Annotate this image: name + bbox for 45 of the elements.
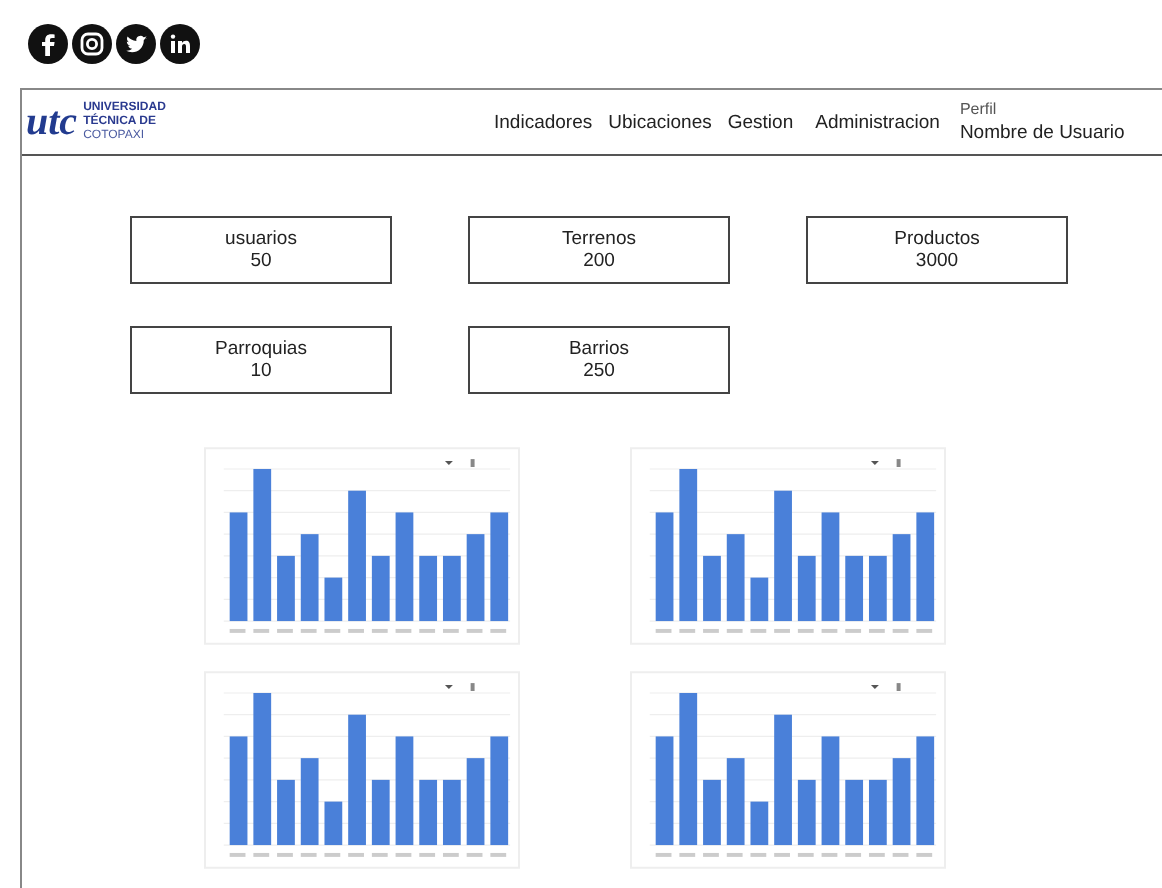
nav-link[interactable]: Administracion xyxy=(815,111,940,133)
chart-bar xyxy=(750,801,769,846)
chart-bar xyxy=(750,577,769,622)
chart-bar xyxy=(490,736,509,846)
chart-bar xyxy=(490,512,509,622)
chart-bar xyxy=(348,714,366,846)
filter-icon[interactable] xyxy=(444,461,453,466)
stat-value: 3000 xyxy=(915,250,959,272)
stat-label: Terrenos xyxy=(562,228,636,250)
stat-value: 250 xyxy=(583,360,615,382)
instagram-icon[interactable] xyxy=(72,24,112,64)
chart-bar xyxy=(703,555,721,622)
chart-bar xyxy=(277,555,295,622)
nav-link[interactable]: Gestion xyxy=(727,111,794,133)
profile-link[interactable]: Perfil xyxy=(959,98,1125,122)
chart-bar xyxy=(845,779,864,846)
chart-bar xyxy=(916,736,935,846)
user-name: Nombre de Usuario xyxy=(959,122,1125,146)
stat-label: Parroquias xyxy=(215,338,307,360)
chart-bar xyxy=(348,490,366,622)
twitter-icon[interactable] xyxy=(116,24,156,64)
stat-value: 50 xyxy=(250,250,272,272)
filter-icon[interactable] xyxy=(870,685,879,690)
stat-value: 10 xyxy=(250,360,272,382)
chart-bar xyxy=(845,555,864,622)
chart-bar xyxy=(324,577,343,622)
nav-link[interactable]: Ubicaciones xyxy=(608,111,712,133)
chart-bar xyxy=(277,779,295,846)
facebook-icon[interactable] xyxy=(28,24,68,64)
stat-label: Barrios xyxy=(568,338,630,360)
logo-mark: utc xyxy=(26,99,78,145)
chart-bar xyxy=(419,555,438,622)
chart-bar xyxy=(324,801,343,846)
filter-icon[interactable] xyxy=(870,461,879,466)
stat-label: Productos xyxy=(894,228,980,250)
chart-bar xyxy=(774,714,792,846)
chart-bar xyxy=(774,490,792,622)
chart-bar xyxy=(419,779,438,846)
stat-label: usuarios xyxy=(225,228,297,250)
stat-value: 200 xyxy=(583,250,615,272)
filter-icon[interactable] xyxy=(444,685,453,690)
nav-link[interactable]: Indicadores xyxy=(494,111,593,133)
chart-bar xyxy=(703,779,721,846)
chart-bar xyxy=(916,512,935,622)
linkedin-icon[interactable] xyxy=(160,24,200,64)
